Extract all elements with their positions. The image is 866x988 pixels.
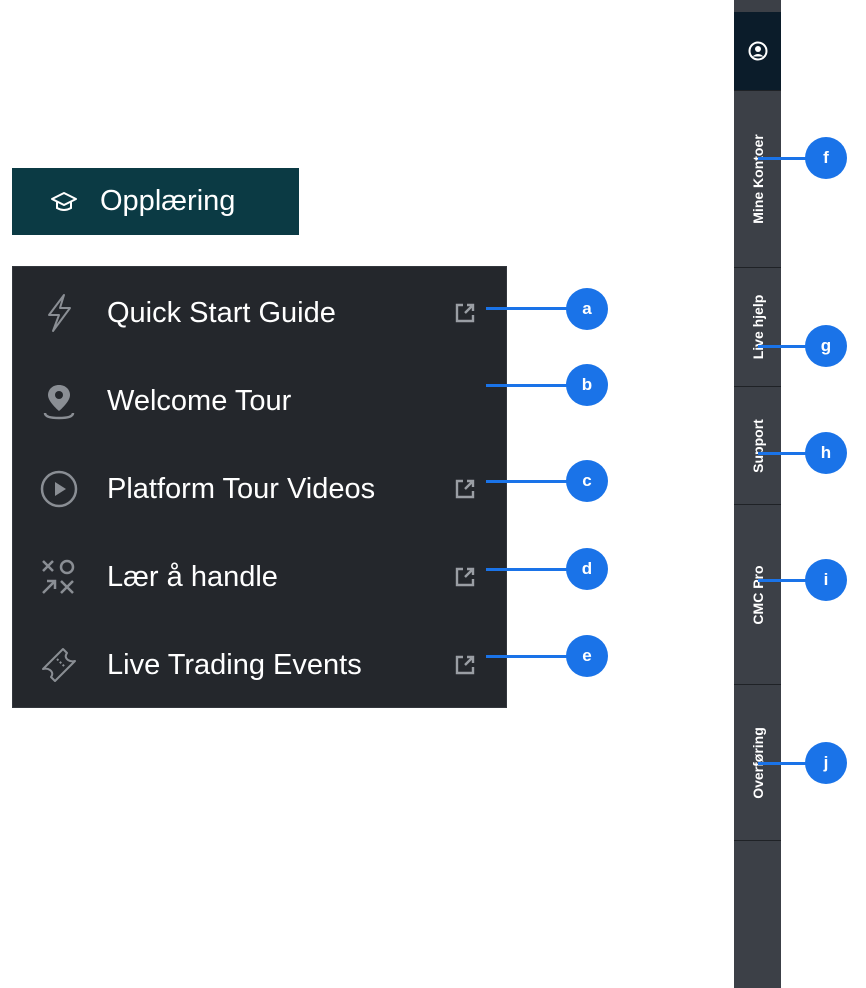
external-link-icon bbox=[455, 479, 475, 499]
sidebar-tab-label: Mine Kontoer bbox=[749, 134, 766, 224]
callout-badge-j: j bbox=[805, 742, 847, 784]
callout-badge-g: g bbox=[805, 325, 847, 367]
ticket-icon bbox=[39, 645, 79, 685]
sidebar-tab-label: Live hjelp bbox=[749, 294, 766, 360]
menu-header-label: Opplæring bbox=[100, 185, 236, 217]
callout-badge-f: f bbox=[805, 137, 847, 179]
training-menu-panel: Quick Start Guide Welcome Tour Platform … bbox=[12, 266, 507, 708]
sidebar-tab-mine-kontoer[interactable]: Mine Kontoer bbox=[734, 90, 781, 267]
menu-item-label: Lær å handle bbox=[107, 560, 278, 593]
sidebar-empty-area bbox=[734, 840, 781, 988]
callout-badge-i: i bbox=[805, 559, 847, 601]
menu-item-label: Welcome Tour bbox=[107, 384, 292, 417]
callout-badge-d: d bbox=[566, 548, 608, 590]
callout-badge-a: a bbox=[566, 288, 608, 330]
menu-item-label: Live Trading Events bbox=[107, 648, 362, 681]
callout-badge-c: c bbox=[566, 460, 608, 502]
account-button[interactable] bbox=[734, 12, 781, 90]
callout-badge-b: b bbox=[566, 364, 608, 406]
external-link-icon bbox=[455, 655, 475, 675]
user-account-icon bbox=[748, 41, 767, 61]
external-link-icon bbox=[455, 567, 475, 587]
menu-item-label: Platform Tour Videos bbox=[107, 472, 376, 505]
sidebar-tab-support[interactable]: Support bbox=[734, 386, 781, 504]
callout-badge-e: e bbox=[566, 635, 608, 677]
strategy-icon bbox=[39, 557, 79, 597]
menu-item-label: Quick Start Guide bbox=[107, 296, 336, 329]
external-link-icon bbox=[455, 303, 475, 323]
play-circle-icon bbox=[39, 469, 79, 509]
menu-item-welcome-tour[interactable]: Welcome Tour bbox=[13, 357, 506, 445]
graduation-cap-icon bbox=[51, 191, 77, 211]
sidebar-tab-label: CMC Pro bbox=[749, 564, 766, 625]
right-sidebar: Mine Kontoer Live hjelp Support CMC Pro … bbox=[734, 0, 781, 988]
menu-item-platform-tour-videos[interactable]: Platform Tour Videos bbox=[13, 445, 506, 533]
menu-item-quick-start-guide[interactable]: Quick Start Guide bbox=[13, 269, 506, 357]
menu-item-live-trading-events[interactable]: Live Trading Events bbox=[13, 621, 506, 709]
location-pin-icon bbox=[39, 381, 79, 421]
sidebar-tab-cmc-pro[interactable]: CMC Pro bbox=[734, 504, 781, 684]
sidebar-tab-live-hjelp[interactable]: Live hjelp bbox=[734, 267, 781, 386]
callout-badge-h: h bbox=[805, 432, 847, 474]
menu-item-laer-a-handle[interactable]: Lær å handle bbox=[13, 533, 506, 621]
menu-header-opplaering[interactable]: Opplæring bbox=[12, 168, 299, 235]
sidebar-tab-label: Support bbox=[749, 418, 766, 473]
bolt-icon bbox=[39, 293, 79, 333]
